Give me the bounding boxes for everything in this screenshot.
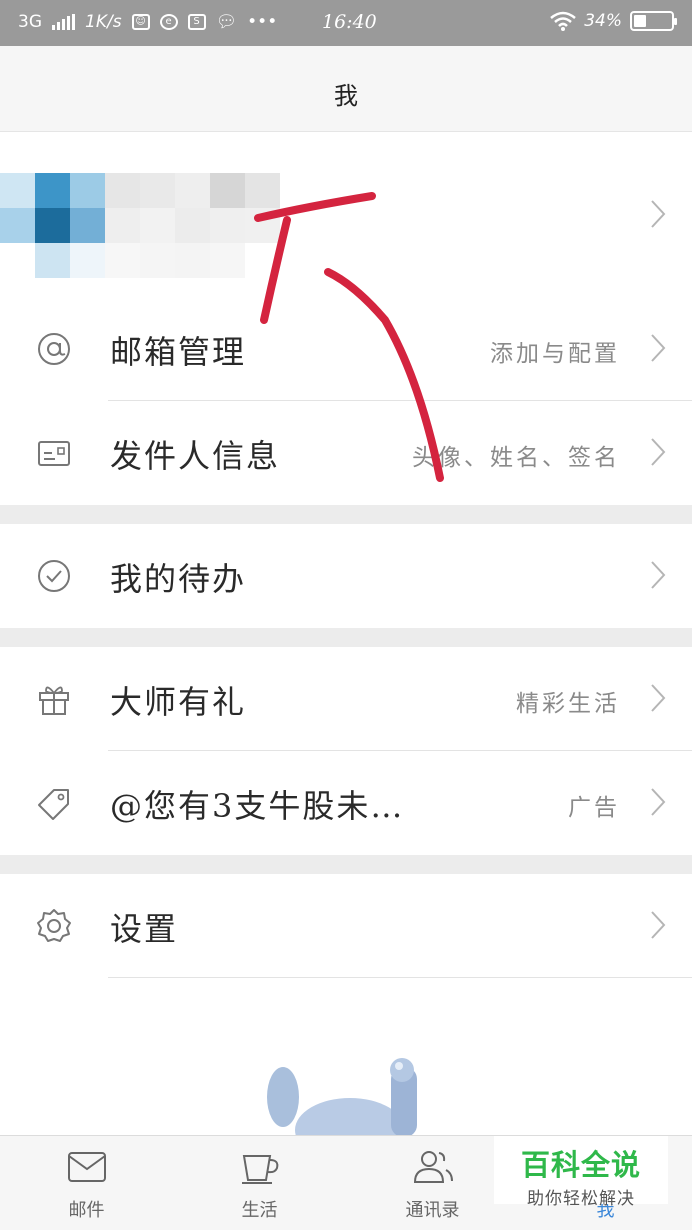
section-gap: [0, 505, 692, 524]
wifi-icon: [550, 11, 577, 31]
gift-icon: [39, 686, 69, 715]
signal-icon: [52, 14, 75, 30]
menu-label: 大师有礼: [110, 683, 247, 721]
status-right: 34%: [550, 11, 677, 31]
more-notifications-icon: •••: [247, 12, 278, 32]
menu-label: @您有3支牛股未…: [110, 787, 405, 825]
id-card-icon: [38, 441, 70, 466]
profile-avatar-pixelated: [0, 173, 320, 303]
chevron-right-icon: [651, 788, 666, 816]
watermark-title: 百科全说: [520, 1148, 641, 1182]
profile-chevron-icon: [651, 200, 666, 228]
tab-mail[interactable]: 邮件: [0, 1136, 173, 1230]
status-left: 3G 1K/s ☺ e S 💬︎ •••: [18, 12, 277, 32]
tab-label: 邮件: [68, 1200, 105, 1221]
menu-label: 我的待办: [110, 560, 247, 598]
section-gap: [0, 855, 692, 874]
menu-todo[interactable]: 我的待办: [0, 524, 692, 628]
chevron-right-icon: [651, 438, 666, 466]
status-time: 16:40: [322, 11, 377, 33]
mascot-illustration: [267, 1058, 417, 1135]
mail-icon: [67, 1152, 106, 1182]
menu-sender-info[interactable]: 发件人信息 头像、姓名、签名: [0, 401, 692, 505]
battery-fill: [634, 15, 647, 27]
page-title: 我: [334, 82, 358, 110]
menu-settings[interactable]: 设置: [0, 874, 692, 978]
tab-life[interactable]: 生活: [173, 1136, 346, 1230]
notification-s-icon: S: [187, 14, 206, 30]
status-bar: 3G 1K/s ☺ e S 💬︎ ••• 16:40 34%: [0, 0, 692, 46]
watermark-subtitle: 助你轻松解决: [527, 1189, 635, 1209]
menu-ad[interactable]: @您有3支牛股未… 广告: [0, 751, 692, 855]
notification-browser-icon: e: [159, 14, 178, 30]
chevron-right-icon: [651, 684, 666, 712]
chevron-right-icon: [651, 561, 666, 589]
notification-chat-icon: 💬︎: [215, 12, 238, 32]
network-speed: 1K/s: [85, 12, 122, 32]
battery-percent: 34%: [584, 11, 622, 31]
contacts-icon: [413, 1151, 453, 1183]
at-icon: [38, 333, 70, 365]
cup-icon: [241, 1155, 278, 1184]
menu-mailbox-manage[interactable]: 邮箱管理 添加与配置: [0, 297, 692, 401]
gear-icon: [37, 909, 71, 942]
menu-hint: 广告: [568, 795, 620, 821]
menu-label: 邮箱管理: [110, 333, 247, 371]
chevron-right-icon: [651, 334, 666, 362]
section-gap: [0, 628, 692, 647]
battery-icon: [630, 11, 677, 31]
divider: [108, 977, 692, 978]
menu-hint: 添加与配置: [490, 341, 620, 367]
network-type: 3G: [18, 12, 42, 32]
chevron-right-icon: [651, 911, 666, 939]
watermark-badge: 百科全说 助你轻松解决: [494, 1136, 668, 1209]
menu-master-gift[interactable]: 大师有礼 精彩生活: [0, 647, 692, 751]
tab-label: 生活: [241, 1200, 278, 1221]
page-header: 我: [0, 46, 692, 132]
notification-app-icon: ☺: [131, 14, 150, 30]
tag-icon: [38, 789, 69, 820]
menu-label: 发件人信息: [110, 437, 281, 475]
profile-card[interactable]: [0, 133, 692, 297]
menu-hint: 精彩生活: [516, 691, 620, 717]
menu-label: 设置: [110, 910, 179, 948]
check-circle-icon: [38, 560, 70, 592]
menu-hint: 头像、姓名、签名: [412, 445, 620, 471]
